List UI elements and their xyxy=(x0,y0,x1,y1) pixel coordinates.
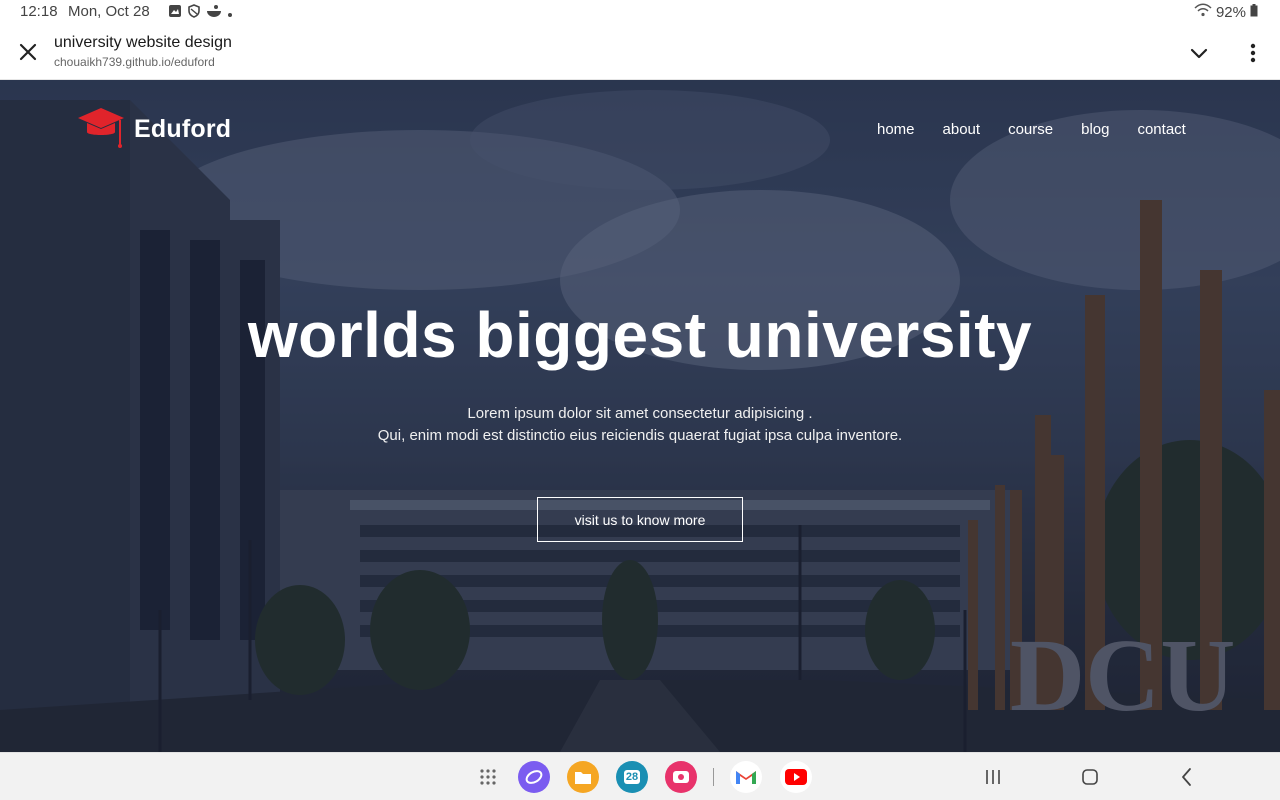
calendar-icon[interactable]: 28 xyxy=(616,761,648,793)
chevron-down-icon[interactable] xyxy=(1186,40,1212,66)
notification-icons xyxy=(168,4,233,22)
home-icon[interactable] xyxy=(1074,761,1106,793)
taskbar-divider xyxy=(713,768,714,786)
custom-tab-header: university website design chouaikh739.gi… xyxy=(0,24,1280,80)
hero-subtitle-line-2: Qui, enim modi est distinctio eius reici… xyxy=(377,427,903,444)
status-time: 12:18 xyxy=(20,3,58,20)
shield-icon xyxy=(187,4,201,22)
youtube-icon[interactable] xyxy=(780,761,812,793)
recent-apps-icon[interactable] xyxy=(977,761,1009,793)
taskbar: 28 xyxy=(0,752,1280,800)
internet-browser-icon[interactable] xyxy=(518,761,550,793)
close-icon[interactable] xyxy=(16,40,40,64)
my-files-icon[interactable] xyxy=(567,761,599,793)
site-nav: home about course blog contact xyxy=(877,121,1186,138)
status-right: 92% xyxy=(1194,3,1258,21)
nav-blog[interactable]: blog xyxy=(1081,121,1109,138)
bowl-icon xyxy=(206,4,222,22)
visit-us-button[interactable]: visit us to know more xyxy=(537,497,743,542)
nav-course[interactable]: course xyxy=(1008,121,1053,138)
hero-headline: worlds biggest university xyxy=(247,299,1033,371)
more-options-icon[interactable] xyxy=(1242,40,1264,66)
status-date: Mon, Oct 28 xyxy=(68,3,150,20)
hero-subtitle-line-1: Lorem ipsum dolor sit amet consectetur a… xyxy=(467,405,813,422)
hero-section: DCU Eduford home about course blog conta… xyxy=(0,80,1280,752)
calendar-day: 28 xyxy=(623,770,641,784)
battery-level: 92% xyxy=(1215,3,1246,21)
site-brand: Eduford xyxy=(134,115,232,143)
graduation-cap-icon xyxy=(76,106,126,153)
nav-contact[interactable]: contact xyxy=(1137,121,1185,138)
gallery-icon xyxy=(168,4,182,22)
back-icon[interactable] xyxy=(1171,761,1203,793)
dot-icon xyxy=(227,5,233,22)
page-title: university website design xyxy=(54,34,232,51)
nav-home[interactable]: home xyxy=(877,121,915,138)
status-bar: 12:18 Mon, Oct 28 92% xyxy=(0,0,1280,24)
battery-icon xyxy=(1250,3,1258,21)
screen-recorder-icon[interactable] xyxy=(665,761,697,793)
site-logo[interactable]: Eduford xyxy=(76,106,231,153)
gmail-icon[interactable] xyxy=(730,761,762,793)
apps-grid-icon[interactable] xyxy=(472,761,504,793)
page-url: chouaikh739.github.io/eduford xyxy=(54,55,215,69)
wifi-icon xyxy=(1194,3,1212,21)
nav-about[interactable]: about xyxy=(943,121,981,138)
